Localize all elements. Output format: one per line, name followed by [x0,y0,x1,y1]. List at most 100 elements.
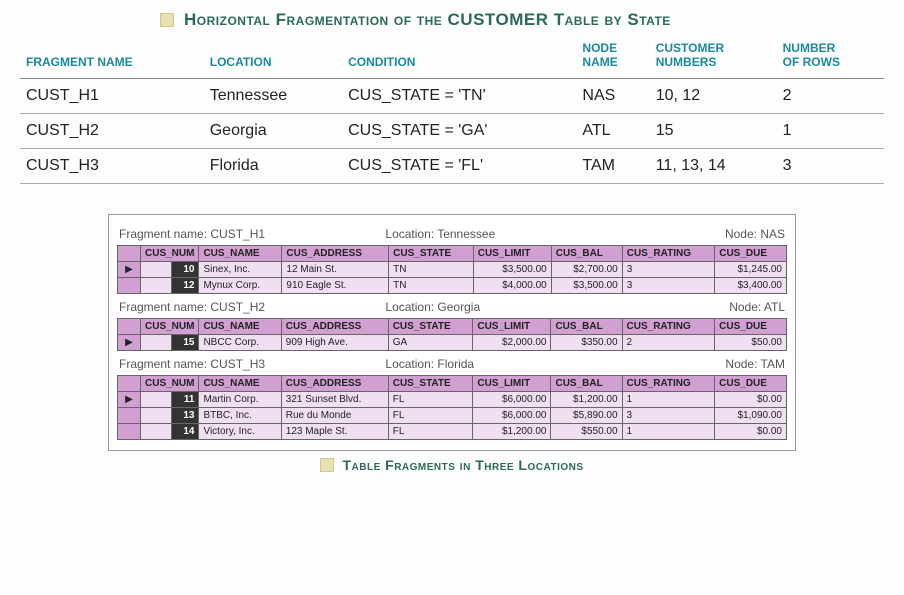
row-selector[interactable]: ▶ [118,334,141,350]
cell-cus-rating: 1 [622,391,715,407]
col-cus-rating: CUS_RATING [622,375,715,391]
fragment-data-table: CUS_NUMCUS_NAMECUS_ADDRESSCUS_STATECUS_L… [117,245,787,294]
col-cus-num: CUS_NUM [141,318,199,334]
cell-location: Georgia [204,113,342,148]
col-cus-due: CUS_DUE [715,318,787,334]
cell-location: Florida [204,148,342,183]
cell-cus-state: FL [388,407,473,423]
frag-location-label: Location: Florida [385,357,618,371]
cell-cus-bal: $2,700.00 [551,261,622,277]
col-cus-address: CUS_ADDRESS [282,245,389,261]
cell-cus-limit: $3,500.00 [473,261,551,277]
col-selector [118,375,141,391]
table-row: ▶10Sinex, Inc.12 Main St.TN$3,500.00$2,7… [118,261,787,277]
cell-cus-state: TN [389,277,474,293]
col-cus-bal: CUS_BAL [551,245,622,261]
col-cus-state: CUS_STATE [388,318,473,334]
cell-cus-address: 910 Eagle St. [282,277,389,293]
cell-cus-name: Mynux Corp. [199,277,282,293]
col-cus-due: CUS_DUE [715,375,787,391]
cell-node_name: ATL [576,113,649,148]
table-row: ▶15NBCC Corp.909 High Ave.GA$2,000.00$35… [118,334,787,350]
col-customer-numbers: CUSTOMER NUMBERS [650,38,777,78]
fragment-meta: Fragment name: CUST_H2Location: GeorgiaN… [117,294,787,318]
cell-cus-due: $3,400.00 [715,277,787,293]
cell-cus-name: Victory, Inc. [199,423,281,439]
caption-row: Table Fragments in Three Locations [20,457,884,473]
cell-cus-bal: $5,890.00 [551,407,622,423]
cell-cus-bal: $3,500.00 [551,277,622,293]
cell-cus-limit: $1,200.00 [473,423,551,439]
col-cus-bal: CUS_BAL [551,318,622,334]
row-selector[interactable]: ▶ [118,391,141,407]
col-cus-bal: CUS_BAL [551,375,622,391]
cell-fragment_name: CUST_H3 [20,148,204,183]
cell-cus-due: $1,090.00 [715,407,787,423]
cell-customer_numbers: 15 [650,113,777,148]
cell-cus-num: 15 [172,334,199,350]
frag-name-label: Fragment name: CUST_H3 [119,357,385,371]
summary-table: FRAGMENT NAME LOCATION CONDITION NODE NA… [20,38,884,184]
cell-cus-name: Sinex, Inc. [199,261,282,277]
cell-cus-rating: 1 [622,423,715,439]
cell-cus-num: 10 [172,261,199,277]
cell-fragment_name: CUST_H2 [20,113,204,148]
table-row: ▶11Martin Corp.321 Sunset Blvd.FL$6,000.… [118,391,787,407]
cell-spacer [141,407,172,423]
cell-cus-due: $0.00 [715,423,787,439]
table-row: CUST_H3FloridaCUS_STATE = 'FL'TAM11, 13,… [20,148,884,183]
cell-cus-address: 321 Sunset Blvd. [281,391,388,407]
col-cus-num: CUS_NUM [141,245,199,261]
cell-node_name: NAS [576,78,649,113]
cell-cus-due: $50.00 [715,334,787,350]
col-selector [118,245,141,261]
cell-spacer [141,391,172,407]
fragments-box: Fragment name: CUST_H1Location: Tennesse… [108,214,796,451]
cell-cus-limit: $6,000.00 [473,407,551,423]
col-cus-due: CUS_DUE [715,245,787,261]
row-selector[interactable]: ▶ [118,261,141,277]
cell-number_of_rows: 1 [777,113,884,148]
row-selector[interactable] [118,423,141,439]
cell-condition: CUS_STATE = 'GA' [342,113,576,148]
fragment-data-table: CUS_NUMCUS_NAMECUS_ADDRESSCUS_STATECUS_L… [117,318,787,351]
cell-cus-num: 14 [172,423,199,439]
col-cus-state: CUS_STATE [389,245,474,261]
frag-node-label: Node: NAS [618,227,785,241]
col-location: LOCATION [204,38,342,78]
cell-customer_numbers: 11, 13, 14 [650,148,777,183]
col-cus-name: CUS_NAME [199,245,282,261]
cell-cus-rating: 3 [622,277,715,293]
cell-cus-name: BTBC, Inc. [199,407,281,423]
col-selector [118,318,141,334]
cell-cus-address: 123 Maple St. [281,423,388,439]
table-row: CUST_H1TennesseeCUS_STATE = 'TN'NAS10, 1… [20,78,884,113]
col-node-name: NODE NAME [576,38,649,78]
cell-cus-name: Martin Corp. [199,391,281,407]
col-number-of-rows: NUMBER OF ROWS [777,38,884,78]
fragment-data-table: CUS_NUMCUS_NAMECUS_ADDRESSCUS_STATECUS_L… [117,375,787,440]
row-selector[interactable] [118,277,141,293]
col-cus-rating: CUS_RATING [622,318,715,334]
frag-node-label: Node: TAM [618,357,785,371]
cell-spacer [141,277,172,293]
cell-cus-limit: $6,000.00 [473,391,551,407]
cell-cus-num: 13 [172,407,199,423]
cell-cus-limit: $4,000.00 [473,277,551,293]
col-cus-name: CUS_NAME [199,318,281,334]
frag-location-label: Location: Tennessee [385,227,618,241]
table-row: 14Victory, Inc.123 Maple St.FL$1,200.00$… [118,423,787,439]
cell-cus-address: 12 Main St. [282,261,389,277]
cell-fragment_name: CUST_H1 [20,78,204,113]
cell-spacer [141,261,172,277]
row-selector[interactable] [118,407,141,423]
cell-spacer [141,423,172,439]
table-row: 13BTBC, Inc.Rue du MondeFL$6,000.00$5,89… [118,407,787,423]
cell-customer_numbers: 10, 12 [650,78,777,113]
cell-cus-num: 11 [172,391,199,407]
col-cus-limit: CUS_LIMIT [473,318,551,334]
cell-cus-bal: $350.00 [551,334,622,350]
col-cus-num: CUS_NUM [141,375,199,391]
cell-condition: CUS_STATE = 'FL' [342,148,576,183]
col-condition: CONDITION [342,38,576,78]
